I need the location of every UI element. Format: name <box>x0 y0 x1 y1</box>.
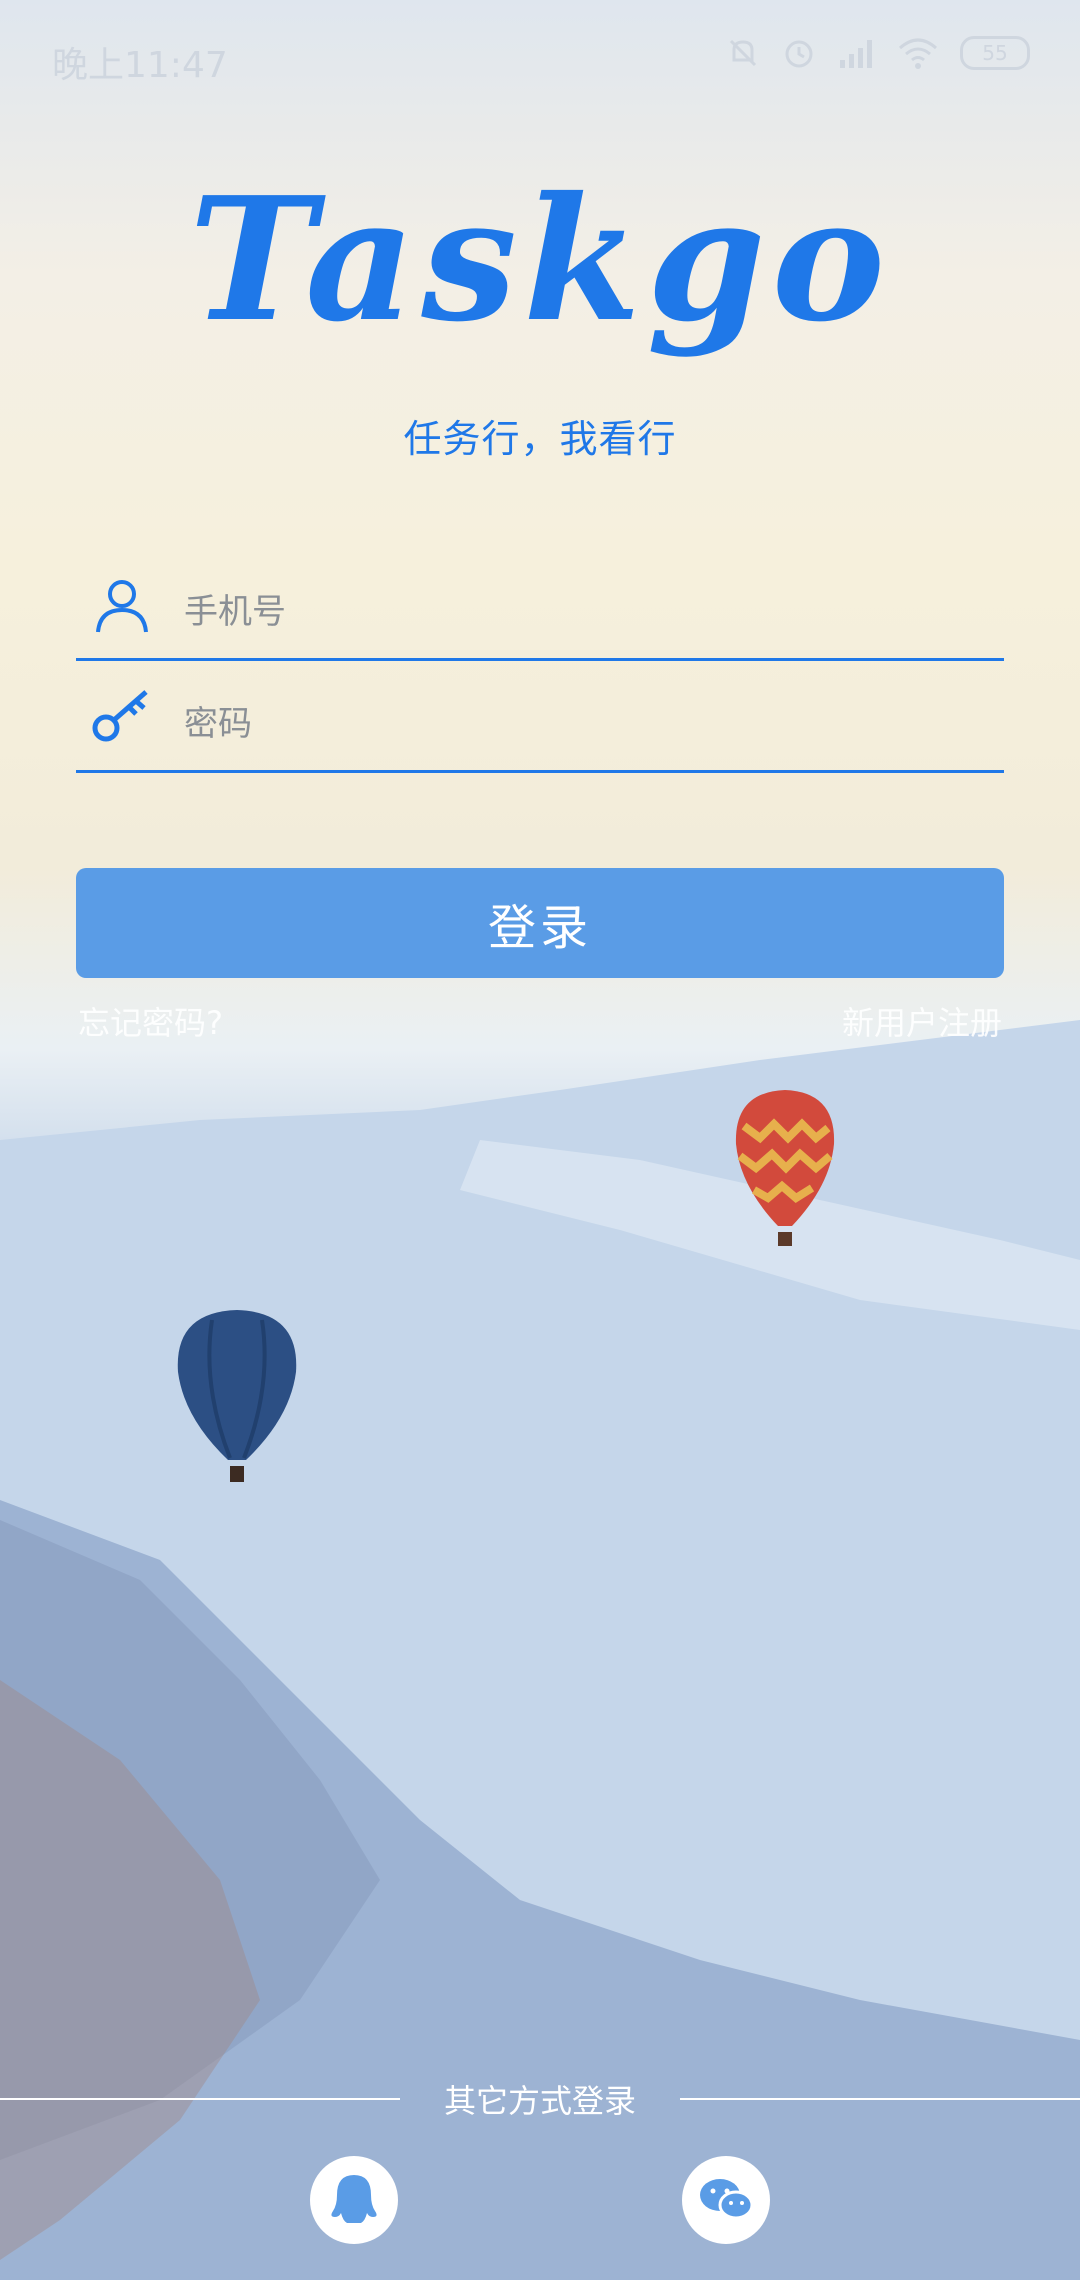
battery-icon: 55 <box>960 36 1030 70</box>
wechat-login-button[interactable] <box>682 2156 770 2244</box>
key-icon <box>92 690 148 742</box>
phone-field[interactable]: 手机号 <box>76 548 1004 661</box>
user-icon <box>96 580 148 633</box>
phone-placeholder: 手机号 <box>184 592 286 632</box>
wifi-icon <box>899 38 937 69</box>
blue-balloon-image <box>177 1310 297 1482</box>
wechat-icon <box>700 2179 754 2220</box>
alarm-icon <box>785 40 813 68</box>
red-balloon-image <box>735 1090 835 1246</box>
mute-icon <box>729 39 757 67</box>
status-time: 晚上11:47 <box>52 45 228 86</box>
app-slogan: 任务行，我看行 <box>403 417 677 461</box>
app-logo: Taskgo <box>188 160 892 360</box>
qq-icon <box>331 2175 377 2223</box>
status-bar: 晚上11:47 55 <box>0 0 1080 120</box>
signal-icon <box>840 40 872 68</box>
password-field[interactable]: 密码 <box>76 660 1004 773</box>
login-button[interactable]: 登录 <box>76 868 1004 978</box>
status-icons: 55 <box>726 36 1030 70</box>
password-placeholder: 密码 <box>184 704 252 744</box>
qq-login-button[interactable] <box>310 2156 398 2244</box>
register-link[interactable]: 新用户注册 <box>842 998 1002 1044</box>
forgot-password-link[interactable]: 忘记密码? <box>78 998 223 1044</box>
divider-right <box>680 2098 1080 2100</box>
